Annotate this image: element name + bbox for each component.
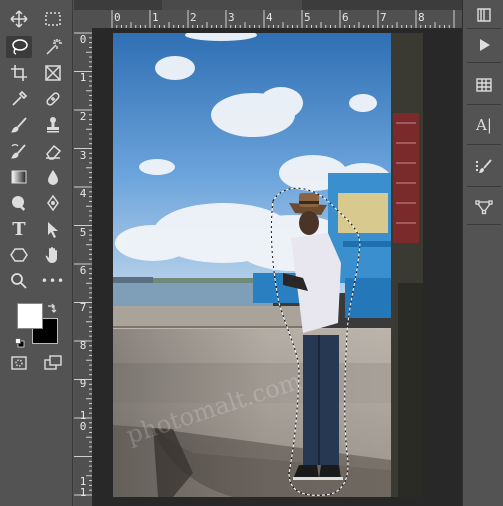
vruler-label-1: 1 — [79, 71, 87, 84]
type-tool-glyph: T — [12, 218, 26, 240]
ruler-label-7: 7 — [380, 11, 387, 24]
brush-settings-icon[interactable] — [471, 156, 497, 178]
ruler-label-4: 4 — [266, 11, 273, 24]
move-tool-icon[interactable] — [6, 8, 32, 30]
more-tools-icon[interactable]: ••• — [40, 270, 66, 292]
pen-tool-icon[interactable] — [40, 192, 66, 214]
vruler-label-0: 0 — [79, 33, 87, 46]
hand-tool-icon[interactable] — [40, 244, 66, 266]
ruler-origin[interactable] — [74, 10, 92, 28]
zoom-tool-icon[interactable] — [6, 270, 32, 292]
default-colors-icon[interactable] — [15, 333, 25, 348]
vruler-label-3: 3 — [79, 149, 87, 162]
vruler-label-6: 6 — [79, 264, 87, 277]
document-tab-strip — [74, 0, 462, 10]
character-panel-glyph: A| — [476, 116, 492, 134]
vruler-label-8: 8 — [79, 339, 87, 352]
swatches-panel-icon[interactable] — [471, 74, 497, 96]
ruler-label-0: 0 — [114, 11, 121, 24]
history-brush-icon[interactable] — [6, 140, 32, 162]
eraser-tool-icon[interactable] — [40, 140, 66, 162]
vruler-label-9: 9 — [79, 377, 87, 390]
screen-mode-icon[interactable] — [40, 352, 66, 374]
more-tools-glyph: ••• — [40, 274, 66, 288]
ruler-label-3: 3 — [228, 11, 235, 24]
clone-stamp-icon[interactable] — [40, 114, 66, 136]
quick-mask-icon[interactable] — [6, 352, 32, 374]
ruler-label-1: 1 — [152, 11, 159, 24]
path-selection-icon[interactable] — [40, 218, 66, 240]
eyedropper-icon[interactable] — [6, 88, 32, 110]
history-panel-icon[interactable] — [471, 4, 497, 26]
vruler-label-10: 10 — [79, 409, 87, 433]
vruler-label-5: 5 — [79, 226, 87, 239]
vruler-label-7: 7 — [79, 301, 87, 314]
vruler-label-4: 4 — [79, 187, 87, 200]
vruler-label-11: 11 — [79, 475, 87, 499]
polygon-tool-icon[interactable] — [6, 244, 32, 266]
brush-tool-icon[interactable] — [6, 114, 32, 136]
foreground-color-swatch[interactable] — [17, 303, 43, 329]
dodge-tool-icon[interactable] — [6, 192, 32, 214]
vruler-label-2: 2 — [79, 110, 87, 123]
tools-panel: T ••• — [0, 0, 73, 506]
paths-panel-icon[interactable] — [471, 196, 497, 218]
document-tab[interactable] — [162, 0, 302, 10]
panel-dock: A| — [462, 0, 503, 506]
character-panel-icon[interactable]: A| — [471, 114, 497, 136]
ruler-label-6: 6 — [342, 11, 349, 24]
vertical-ruler[interactable]: 0 1 2 3 4 5 6 7 8 9 10 11 — [74, 28, 93, 506]
crop-tool-icon[interactable] — [6, 62, 32, 84]
play-actions-icon[interactable] — [471, 34, 497, 56]
marquee-tool-icon[interactable] — [40, 8, 66, 30]
ruler-label-8: 8 — [418, 11, 425, 24]
photo-canvas[interactable]: photomalt.com — [113, 33, 423, 497]
healing-brush-icon[interactable] — [40, 88, 66, 110]
blur-tool-icon[interactable] — [40, 166, 66, 188]
lasso-tool-icon[interactable] — [6, 36, 32, 58]
ruler-label-2: 2 — [190, 11, 197, 24]
frame-tool-icon[interactable] — [40, 62, 66, 84]
magic-wand-icon[interactable] — [40, 36, 66, 58]
ruler-label-5: 5 — [304, 11, 311, 24]
type-tool-icon[interactable]: T — [6, 218, 32, 240]
swap-colors-icon[interactable] — [46, 300, 58, 313]
gradient-tool-icon[interactable] — [6, 166, 32, 188]
horizontal-ruler[interactable]: 0 1 2 3 4 5 6 7 8 — [92, 10, 462, 29]
